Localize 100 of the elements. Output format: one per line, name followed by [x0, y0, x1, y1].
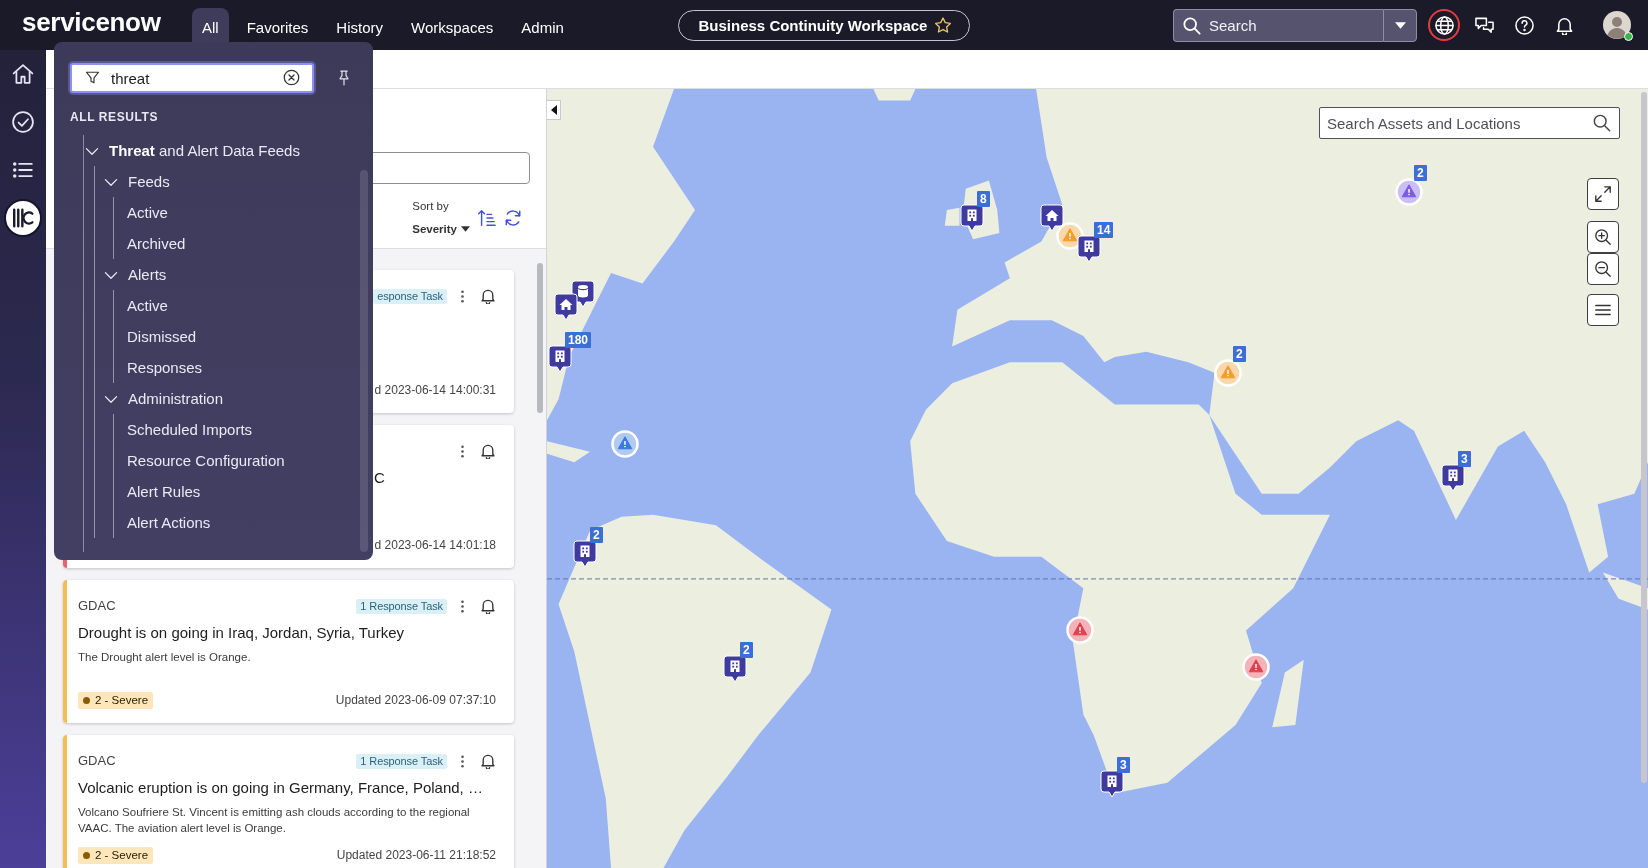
library-icon[interactable]: [4, 199, 42, 237]
collapse-panel-button[interactable]: [547, 100, 561, 120]
clear-icon[interactable]: [283, 69, 300, 86]
alert-title: C: [374, 469, 385, 486]
sort-ascending-icon[interactable]: [478, 209, 496, 227]
menu-item[interactable]: Active: [127, 290, 168, 321]
zoom-out-button[interactable]: [1587, 253, 1619, 285]
nav-tab[interactable]: Workspaces: [401, 8, 504, 42]
search-field[interactable]: Search Assets and Locations: [1319, 107, 1620, 139]
response-task-tag[interactable]: 1 Response Task: [356, 753, 447, 769]
globe-icon: [1434, 15, 1454, 35]
building-pin-icon[interactable]: [1100, 770, 1124, 798]
caret-icon: [1394, 21, 1406, 29]
menu-item[interactable]: Alerts: [103, 259, 167, 290]
cluster-count[interactable]: 3: [1117, 757, 1130, 773]
kebab-menu-icon[interactable]: [459, 599, 465, 613]
severity-dot-icon: [83, 851, 90, 859]
chat-icon: [1474, 15, 1494, 35]
zoom-in-icon: [1594, 228, 1612, 246]
response-task-tag[interactable]: 1 Response Task: [356, 598, 447, 614]
menu-item[interactable]: Resource Configuration: [127, 445, 285, 476]
bell-icon: [1554, 15, 1574, 35]
search-field[interactable]: Search: [1173, 8, 1383, 42]
severity-label: 2 - Severe: [95, 847, 149, 863]
cluster-count[interactable]: 3: [1458, 451, 1471, 467]
nav-tab[interactable]: History: [326, 8, 394, 42]
menu-item[interactable]: Responses: [127, 352, 203, 383]
building-pin-icon[interactable]: [573, 540, 597, 568]
building-pin-icon[interactable]: [723, 655, 747, 683]
cluster-count[interactable]: 2: [1233, 346, 1246, 362]
scrollbar-thumb[interactable]: [360, 170, 368, 552]
alert-title: Drought is on going in Iraq, Jordan, Syria, Turkey: [78, 624, 404, 641]
nav-tab[interactable]: All: [192, 8, 229, 42]
house-pin-icon[interactable]: [554, 293, 578, 321]
caret-icon: [461, 226, 470, 232]
menu-button[interactable]: [1587, 294, 1619, 326]
star-icon[interactable]: [935, 17, 952, 33]
caret-icon: [550, 105, 557, 115]
updated-time: Updated 2023-06-09 07:37:10: [335, 692, 496, 708]
severity-label: 2 - Severe: [95, 692, 149, 708]
building-pin-icon[interactable]: [548, 345, 572, 373]
alert-title: Volcanic eruption is on going in Germany, France, Poland, …: [78, 779, 483, 796]
avatar-icon[interactable]: [1603, 11, 1631, 39]
menu-item[interactable]: Scheduled Imports: [127, 414, 253, 445]
cluster-count[interactable]: 180: [565, 332, 592, 348]
check-circle-icon[interactable]: [12, 111, 34, 133]
zoom-in-button[interactable]: [1587, 221, 1619, 253]
building-pin-icon[interactable]: [960, 204, 984, 232]
help-icon: [1514, 15, 1534, 35]
alert-card[interactable]: [63, 735, 514, 868]
home-icon[interactable]: [12, 63, 34, 85]
menu-item[interactable]: Alert Rules: [127, 476, 201, 507]
nav-tab[interactable]: Favorites: [236, 8, 319, 42]
filter-field[interactable]: threat: [70, 63, 314, 93]
scrollbar-thumb[interactable]: [1641, 92, 1647, 783]
kebab-menu-icon[interactable]: [459, 289, 465, 303]
menu-item[interactable]: Active: [127, 197, 168, 228]
building-pin-icon[interactable]: [1441, 464, 1465, 492]
severity-dot-icon: [83, 696, 90, 704]
sort-label: Sort by: [412, 199, 449, 214]
kebab-menu-icon[interactable]: [459, 444, 465, 458]
pin-icon[interactable]: [336, 70, 352, 86]
house-pin-icon[interactable]: [1040, 204, 1064, 232]
updated-time: d 2023-06-14 14:00:31: [374, 382, 496, 398]
globe-button[interactable]: [1428, 9, 1460, 41]
filter-icon: [85, 70, 100, 85]
cluster-count[interactable]: 2: [590, 527, 603, 543]
cluster-count[interactable]: 8: [977, 191, 990, 207]
bell-icon[interactable]: [480, 443, 496, 459]
section-label: ALL RESULTS: [70, 109, 159, 125]
menu-item[interactable]: Feeds: [103, 166, 170, 197]
menu-item[interactable]: Administration: [103, 383, 224, 414]
search-scope-button[interactable]: [1383, 8, 1417, 42]
bell-icon[interactable]: [480, 753, 496, 769]
land-area: [547, 441, 591, 463]
search-icon: [1183, 16, 1201, 35]
expand-button[interactable]: [1587, 178, 1619, 210]
menu-item[interactable]: Archived: [127, 228, 186, 259]
alert-description: Volcano Soufriere St. Vincent is emitting ash clouds according to the regional VAAC. The aviation alert level is Orange.: [78, 805, 471, 836]
nav-tab[interactable]: Admin: [511, 8, 574, 42]
alert-card[interactable]: GDAC 1 Response Task Drought is on going in Iraq, Jordan, Syria, Turkey The Drought alert level is Orange. 2 - Severe Updated 2023-06-09 07:37:10: [63, 580, 514, 723]
cluster-count[interactable]: 2: [1414, 165, 1427, 181]
cluster-count[interactable]: 2: [740, 642, 753, 658]
menu-item[interactable]: Threat and Alert Data Feeds: [84, 135, 300, 166]
menu-item[interactable]: Alert Actions: [127, 507, 211, 538]
cluster-count[interactable]: 14: [1094, 222, 1114, 238]
logo[interactable]: servicenow: [22, 7, 170, 37]
kebab-menu-icon[interactable]: [459, 754, 465, 768]
zoom-out-icon: [1594, 260, 1612, 278]
bell-icon[interactable]: [480, 288, 496, 304]
sort-dropdown[interactable]: Severity: [412, 220, 470, 238]
bell-icon[interactable]: [480, 598, 496, 614]
list-icon[interactable]: [12, 159, 34, 181]
updated-time: d 2023-06-14 14:01:18: [374, 537, 496, 553]
building-pin-icon[interactable]: [1077, 235, 1101, 263]
scrollbar-thumb[interactable]: [537, 263, 543, 413]
menu-item[interactable]: Dismissed: [127, 321, 197, 352]
refresh-icon[interactable]: [504, 209, 522, 227]
updated-time: Updated 2023-06-11 21:18:52: [336, 847, 496, 863]
response-task-tag[interactable]: esponse Task: [373, 288, 447, 304]
